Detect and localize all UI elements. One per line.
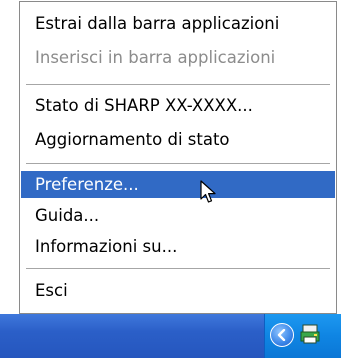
menu-item-inserisci: Inserisci in barra applicazioni — [35, 48, 276, 67]
taskbar — [0, 314, 341, 358]
menu-separator — [26, 268, 330, 269]
menu-separator — [26, 84, 330, 85]
menu-item-informazioni[interactable]: Informazioni su... — [21, 233, 335, 260]
menu-item-stato[interactable]: Stato di SHARP XX-XXXX... — [21, 92, 335, 119]
menu-separator — [26, 163, 330, 164]
show-hidden-icons-chevron-icon[interactable] — [270, 323, 294, 347]
menu-item-esci[interactable]: Esci — [21, 277, 335, 304]
menu-item-aggiornamento[interactable]: Aggiornamento di stato — [21, 126, 335, 153]
printer-status-icon[interactable] — [299, 323, 321, 345]
menu-item-guida[interactable]: Guida... — [21, 202, 335, 229]
menu-item-preferenze[interactable]: Preferenze... — [21, 171, 335, 198]
menu-item-estrai[interactable]: Estrai dalla barra applicazioni — [21, 10, 335, 37]
context-menu: Estrai dalla barra applicazioni Inserisc… — [19, 1, 337, 314]
mouse-cursor-icon — [200, 180, 218, 210]
